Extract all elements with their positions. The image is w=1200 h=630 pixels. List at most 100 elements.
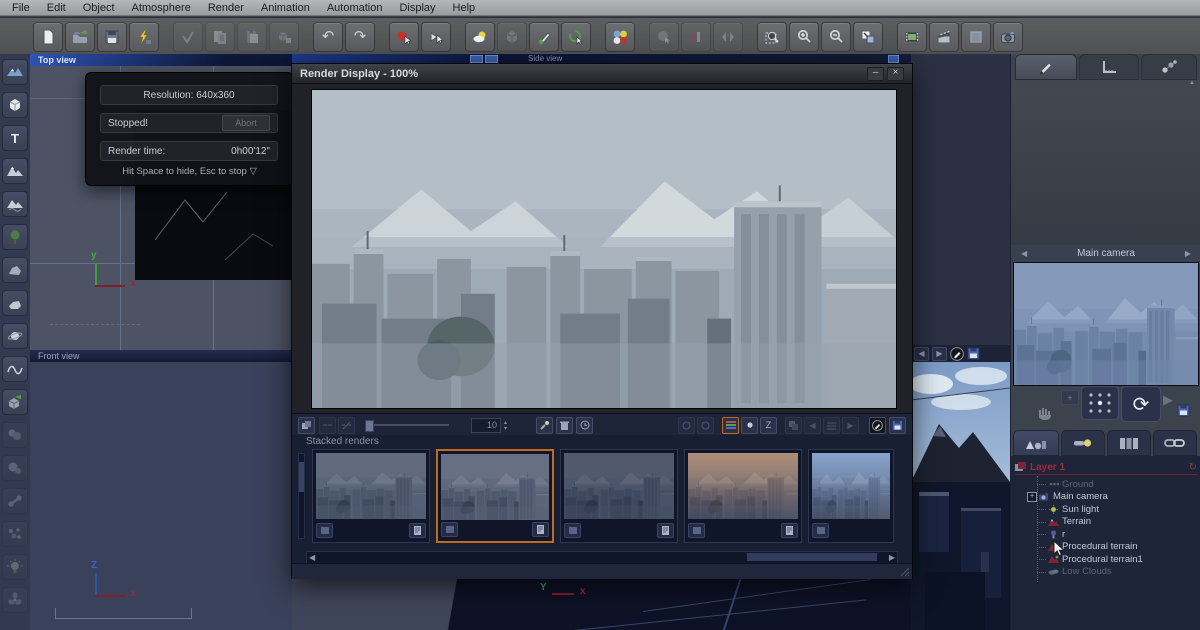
thumb-note-button[interactable]: [409, 523, 426, 538]
save-disk-icon[interactable]: [967, 347, 980, 360]
layer-item-ground[interactable]: Ground: [1011, 478, 1200, 490]
menu-render[interactable]: Render: [208, 2, 244, 14]
duplicate-button[interactable]: [205, 22, 235, 52]
compare-b-button[interactable]: [338, 417, 355, 434]
scatter-tool[interactable]: [2, 521, 28, 547]
render-history-button[interactable]: [576, 417, 593, 434]
thumb-action-button[interactable]: [812, 523, 829, 538]
pen-circle-icon[interactable]: [950, 347, 964, 361]
layer-item-sun-light[interactable]: Sun light: [1011, 503, 1200, 515]
play-camera-icon[interactable]: ▶: [1163, 392, 1173, 408]
layer-item-procedural-terrain[interactable]: Procedural terrain: [1011, 541, 1200, 553]
layer-header[interactable]: Layer 1 ↻: [1015, 460, 1197, 475]
spheres-tool[interactable]: [2, 455, 28, 481]
menu-object[interactable]: Object: [83, 2, 115, 14]
minimize-button[interactable]: –: [867, 67, 884, 81]
light-tool[interactable]: [2, 554, 28, 580]
pan-hand-icon[interactable]: [1035, 402, 1053, 420]
tab-links[interactable]: [1141, 54, 1197, 80]
camera-preview[interactable]: [1013, 262, 1199, 386]
front-view-titlebar[interactable]: Front view: [30, 350, 292, 362]
menu-atmosphere[interactable]: Atmosphere: [132, 2, 191, 14]
material-summary-button[interactable]: [605, 22, 635, 52]
stack-count-field[interactable]: 10: [471, 418, 501, 433]
viewport-minimize-button[interactable]: [470, 55, 483, 63]
channel-a-button[interactable]: [678, 417, 695, 434]
add-keyframe-button[interactable]: +: [1061, 390, 1079, 405]
layer-item-terrain[interactable]: Terrain: [1011, 516, 1200, 528]
next-pass-button[interactable]: ▶: [842, 417, 859, 434]
select-play-button[interactable]: [421, 22, 451, 52]
planet-tool[interactable]: [2, 323, 28, 349]
text-tool[interactable]: T: [2, 125, 28, 151]
channel-b-button[interactable]: [697, 417, 714, 434]
open-file-button[interactable]: [65, 22, 95, 52]
stepper-down-icon[interactable]: ▲: [501, 426, 510, 430]
menu-edit[interactable]: Edit: [47, 2, 66, 14]
bone-tool[interactable]: [2, 488, 28, 514]
thumb-action-button[interactable]: [564, 523, 581, 538]
thumb-action-button[interactable]: [441, 522, 458, 537]
copy-object-button[interactable]: [269, 22, 299, 52]
next-button[interactable]: ▶: [932, 347, 947, 361]
stacked-render-thumbnail[interactable]: [808, 449, 894, 543]
front-view-viewport[interactable]: Front view Z x: [30, 350, 292, 630]
import-object-tool[interactable]: [2, 389, 28, 415]
cube-tool[interactable]: [2, 92, 28, 118]
tab-materials[interactable]: [1107, 430, 1151, 456]
render-display-titlebar[interactable]: Render Display - 100% – ×: [292, 64, 912, 84]
paste-button[interactable]: [237, 22, 267, 52]
collapse-triangle-icon[interactable]: ▽: [249, 166, 256, 177]
resize-grip-icon[interactable]: [900, 567, 910, 577]
pick-color-button[interactable]: [536, 417, 553, 434]
save-camera-icon[interactable]: [1177, 404, 1190, 417]
select-object-button[interactable]: [389, 22, 419, 52]
move-pad[interactable]: [1081, 386, 1119, 420]
slider-handle[interactable]: [365, 420, 374, 432]
tab-links-lower[interactable]: [1153, 430, 1197, 456]
menu-display[interactable]: Display: [399, 2, 435, 14]
layer-item-procedural-terrain1[interactable]: Procedural terrain1: [1011, 553, 1200, 565]
spline-tool[interactable]: [2, 356, 28, 382]
quick-render-save-button[interactable]: [129, 22, 159, 52]
hscroll-right-button[interactable]: ▶: [889, 553, 895, 562]
stacked-render-thumbnail[interactable]: [312, 449, 430, 543]
ecosystem-fan-tool[interactable]: [2, 587, 28, 613]
save-render-button[interactable]: [889, 417, 906, 434]
atmosphere-editor-button[interactable]: [465, 22, 495, 52]
z-depth-button[interactable]: Z: [760, 417, 777, 434]
rock-tool[interactable]: [2, 257, 28, 283]
viewport-button[interactable]: [888, 55, 899, 63]
next-camera-button[interactable]: ▶: [1185, 249, 1191, 258]
terrain-tool[interactable]: [2, 158, 28, 184]
prev-pass-button[interactable]: ◀: [804, 417, 821, 434]
object-properties-button[interactable]: [497, 22, 527, 52]
zoom-out-button[interactable]: [821, 22, 851, 52]
alpha-channel-button[interactable]: [741, 417, 758, 434]
rgb-channel-button[interactable]: [722, 417, 739, 434]
menu-automation[interactable]: Automation: [327, 2, 383, 14]
metablob-tool[interactable]: [2, 422, 28, 448]
thumb-note-button[interactable]: [657, 523, 674, 538]
copy-render-button[interactable]: [298, 417, 315, 434]
menu-help[interactable]: Help: [453, 2, 476, 14]
rotate-select-button[interactable]: [561, 22, 591, 52]
validate-button[interactable]: [173, 22, 203, 52]
main-render-button[interactable]: [993, 22, 1023, 52]
tab-edit[interactable]: [1015, 54, 1077, 80]
zoom-region-button[interactable]: [757, 22, 787, 52]
tab-measure[interactable]: [1079, 54, 1139, 80]
thumb-action-button[interactable]: [316, 523, 333, 538]
prev-camera-button[interactable]: ◀: [1021, 249, 1027, 258]
water-plane-tool[interactable]: [2, 59, 28, 85]
undo-button[interactable]: ↶: [313, 22, 343, 52]
perspective-viewport[interactable]: Y x: [292, 577, 1010, 630]
flip-view-button[interactable]: [713, 22, 743, 52]
close-button[interactable]: ×: [887, 67, 904, 81]
stone-tool[interactable]: [2, 290, 28, 316]
vscroll-thumb[interactable]: [299, 462, 304, 492]
pass-list-button[interactable]: [823, 417, 840, 434]
layer-refresh-icon[interactable]: ↻: [1189, 462, 1197, 473]
stepper-up-icon[interactable]: ▲: [501, 421, 510, 425]
zoom-in-button[interactable]: [789, 22, 819, 52]
